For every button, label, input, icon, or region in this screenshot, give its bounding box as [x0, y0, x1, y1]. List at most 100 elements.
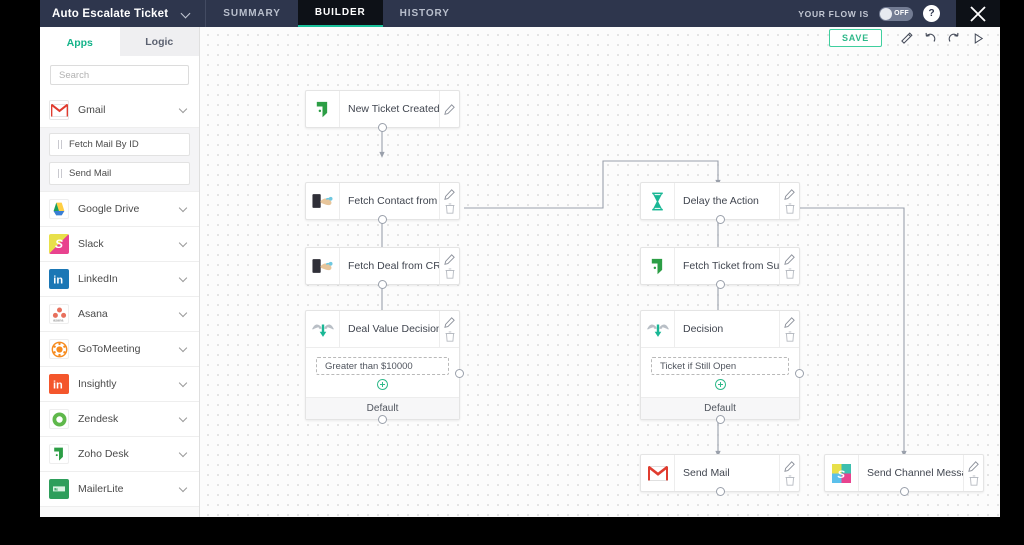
- app-row-mailerlite[interactable]: liteMailerLite: [40, 472, 199, 507]
- edit-icon[interactable]: [784, 189, 795, 200]
- chevron-down-icon[interactable]: [180, 205, 188, 213]
- delete-icon[interactable]: [968, 475, 979, 486]
- edit-icon[interactable]: [968, 461, 979, 472]
- flow-enable-toggle[interactable]: OFF: [879, 7, 913, 21]
- undo-icon[interactable]: [918, 27, 942, 49]
- edit-icon[interactable]: [784, 461, 795, 472]
- header-tabs: SUMMARY BUILDER HISTORY: [206, 0, 467, 27]
- zoho-desk-icon: [306, 91, 340, 127]
- flow-title-dropdown[interactable]: Auto Escalate Ticket: [40, 0, 206, 27]
- node-actions: [439, 248, 459, 284]
- tab-builder[interactable]: BUILDER: [298, 0, 383, 27]
- edit-icon[interactable]: [444, 104, 455, 115]
- flow-node-dealdec[interactable]: Deal Value DecisionGreater than $10000De…: [305, 310, 460, 420]
- chevron-down-icon[interactable]: [180, 275, 188, 283]
- delete-icon[interactable]: [444, 331, 455, 342]
- node-actions: [963, 455, 983, 491]
- flow-node-sendmail[interactable]: Send Mail: [640, 454, 800, 492]
- app-row-slack[interactable]: SSlack: [40, 227, 199, 262]
- tab-summary[interactable]: SUMMARY: [206, 0, 298, 27]
- node-port-out[interactable]: [378, 215, 387, 224]
- app-row-linkedin[interactable]: inLinkedIn: [40, 262, 199, 297]
- flow-node-delay[interactable]: Delay the Action: [640, 182, 800, 220]
- flow-node-sendslack[interactable]: SSend Channel Message: [824, 454, 984, 492]
- edit-icon[interactable]: [784, 317, 795, 328]
- app-name: Gmail: [78, 104, 171, 116]
- delete-icon[interactable]: [784, 331, 795, 342]
- node-port-out[interactable]: [378, 280, 387, 289]
- app-name: Slack: [78, 238, 171, 250]
- node-port-out[interactable]: [900, 487, 909, 496]
- flow-canvas[interactable]: SAVE: [200, 27, 1000, 517]
- zoho-desk-icon: [49, 444, 69, 464]
- edit-icon[interactable]: [444, 189, 455, 200]
- app-row-gotomeeting[interactable]: GoToMeeting: [40, 332, 199, 367]
- chevron-down-icon[interactable]: [180, 380, 188, 388]
- save-button[interactable]: SAVE: [829, 29, 882, 47]
- node-port-case[interactable]: [795, 369, 804, 378]
- app-row-google-drive[interactable]: Google Drive: [40, 192, 199, 227]
- app-action-send-mail[interactable]: Send Mail: [49, 162, 190, 185]
- delete-icon[interactable]: [784, 203, 795, 214]
- redo-icon[interactable]: [942, 27, 966, 49]
- sidebar-tab-logic[interactable]: Logic: [120, 27, 200, 56]
- delete-icon[interactable]: [784, 268, 795, 279]
- app-row-insightly[interactable]: inInsightly: [40, 367, 199, 402]
- svg-text:S: S: [837, 468, 845, 480]
- node-port-out[interactable]: [378, 123, 387, 132]
- add-case-icon[interactable]: [715, 379, 726, 390]
- drag-handle-icon[interactable]: [58, 169, 62, 178]
- decision-case[interactable]: Ticket if Still Open: [651, 357, 789, 375]
- chevron-down-icon[interactable]: [180, 240, 188, 248]
- magic-wand-icon[interactable]: [894, 27, 918, 49]
- node-header: SSend Channel Message: [825, 455, 983, 491]
- flow-node-deal[interactable]: Fetch Deal from CRM: [305, 247, 460, 285]
- edit-icon[interactable]: [784, 254, 795, 265]
- chevron-down-icon[interactable]: [180, 345, 188, 353]
- app-name: Zendesk: [78, 413, 171, 425]
- app-row-zendesk[interactable]: Zendesk: [40, 402, 199, 437]
- decision-case[interactable]: Greater than $10000: [316, 357, 449, 375]
- delete-icon[interactable]: [444, 268, 455, 279]
- search-box[interactable]: [50, 65, 189, 85]
- edit-icon[interactable]: [444, 254, 455, 265]
- flow-node-contact[interactable]: Fetch Contact from CRM: [305, 182, 460, 220]
- chevron-down-icon[interactable]: [180, 450, 188, 458]
- chevron-down-icon[interactable]: [180, 310, 188, 318]
- zoho-desk-icon: [641, 248, 675, 284]
- zendesk-icon: [49, 409, 69, 429]
- node-actions: [779, 311, 799, 347]
- sidebar-tab-apps[interactable]: Apps: [40, 27, 120, 56]
- close-button[interactable]: [956, 0, 1000, 27]
- tab-history[interactable]: HISTORY: [383, 0, 467, 27]
- app-action-fetch-mail-by-id[interactable]: Fetch Mail By ID: [49, 133, 190, 156]
- flow-node-ticket[interactable]: Fetch Ticket from Supp...: [640, 247, 800, 285]
- search-input[interactable]: [57, 69, 193, 82]
- node-title: Send Mail: [675, 455, 779, 491]
- node-port-case[interactable]: [455, 369, 464, 378]
- chevron-down-icon[interactable]: [180, 415, 188, 423]
- node-port-default[interactable]: [716, 415, 725, 424]
- chevron-down-icon[interactable]: [182, 9, 191, 18]
- run-icon[interactable]: [966, 27, 990, 49]
- app-row-gmail[interactable]: Gmail: [40, 93, 199, 128]
- node-port-default[interactable]: [378, 415, 387, 424]
- edit-icon[interactable]: [444, 317, 455, 328]
- chevron-down-icon[interactable]: [180, 485, 188, 493]
- chevron-down-icon[interactable]: [180, 106, 188, 114]
- node-actions: [439, 183, 459, 219]
- flow-node-decision[interactable]: DecisionTicket if Still OpenDefault: [640, 310, 800, 420]
- node-actions: [779, 455, 799, 491]
- node-port-out[interactable]: [716, 215, 725, 224]
- flow-node-trigger[interactable]: New Ticket Created in ...: [305, 90, 460, 128]
- help-button[interactable]: ?: [923, 5, 940, 22]
- app-row-zoho-desk[interactable]: Zoho Desk: [40, 437, 199, 472]
- delete-icon[interactable]: [784, 475, 795, 486]
- app-row-asana[interactable]: asanaAsana: [40, 297, 199, 332]
- node-port-out[interactable]: [716, 280, 725, 289]
- add-case-icon[interactable]: [377, 379, 388, 390]
- node-port-out[interactable]: [716, 487, 725, 496]
- drag-handle-icon[interactable]: [58, 140, 62, 149]
- delete-icon[interactable]: [444, 203, 455, 214]
- canvas-toolbar: SAVE: [829, 27, 990, 49]
